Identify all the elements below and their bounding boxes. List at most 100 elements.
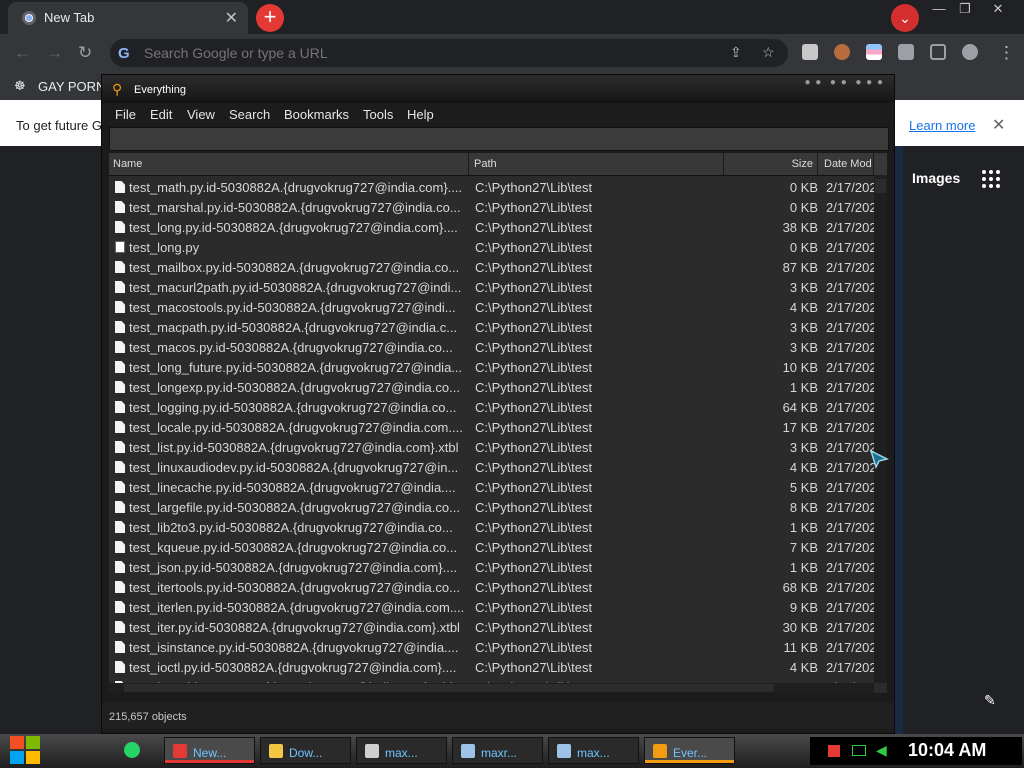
file-path: C:\Python27\Lib\test: [475, 280, 593, 295]
file-name: test_lib2to3.py.id-5030882A.{drugvokrug7…: [129, 520, 453, 535]
shield-extension-icon[interactable]: [802, 44, 818, 60]
learn-more-link[interactable]: Learn more: [909, 118, 975, 133]
volume-icon[interactable]: ◀: [876, 742, 887, 759]
new-tab-button[interactable]: +: [256, 4, 284, 32]
file-path: C:\Python27\Lib\test: [475, 580, 593, 595]
table-row[interactable]: test_long_future.py.id-5030882A.{drugvok…: [109, 357, 874, 377]
apps-grid-icon[interactable]: [982, 170, 1000, 188]
chat-app-icon[interactable]: [124, 742, 140, 758]
column-name[interactable]: Name: [109, 153, 469, 175]
window-controls-icon[interactable]: ● ● ● ● ● ● ●: [804, 77, 884, 88]
profile-icon[interactable]: [962, 44, 978, 60]
omnibox[interactable]: G ⇪ ☆: [110, 39, 788, 67]
scroll-thumb[interactable]: [875, 179, 886, 193]
horizontal-scrollbar[interactable]: [109, 683, 874, 693]
bookmark-star-icon[interactable]: ☆: [762, 44, 775, 61]
scroll-thumb-horizontal[interactable]: [124, 684, 774, 692]
table-row[interactable]: test_ioctl.py.id-5030882A.{drugvokrug727…: [109, 657, 874, 677]
table-row[interactable]: test_linecache.py.id-5030882A.{drugvokru…: [109, 477, 874, 497]
table-row[interactable]: test_logging.py.id-5030882A.{drugvokrug7…: [109, 397, 874, 417]
tab-search-button[interactable]: ⌄: [891, 4, 919, 32]
flag-extension-icon[interactable]: [866, 44, 882, 60]
file-icon: [115, 501, 125, 513]
network-icon[interactable]: [852, 745, 866, 756]
share-icon[interactable]: ⇪: [730, 44, 742, 61]
table-row[interactable]: test_macurl2path.py.id-5030882A.{drugvok…: [109, 277, 874, 297]
table-row[interactable]: test_macpath.py.id-5030882A.{drugvokrug7…: [109, 317, 874, 337]
windows-start-icon[interactable]: [10, 736, 42, 766]
menu-view[interactable]: View: [187, 107, 215, 122]
table-row[interactable]: test_isinstance.py.id-5030882A.{drugvokr…: [109, 637, 874, 657]
restore-button[interactable]: ❐: [954, 0, 976, 20]
file-name: test_long_future.py.id-5030882A.{drugvok…: [129, 360, 463, 375]
table-row[interactable]: test_longexp.py.id-5030882A.{drugvokrug7…: [109, 377, 874, 397]
menu-search[interactable]: Search: [229, 107, 270, 122]
file-icon: [115, 461, 125, 473]
table-row[interactable]: test_kqueue.py.id-5030882A.{drugvokrug72…: [109, 537, 874, 557]
table-row[interactable]: test_lib2to3.py.id-5030882A.{drugvokrug7…: [109, 517, 874, 537]
table-row[interactable]: test_iterlen.py.id-5030882A.{drugvokrug7…: [109, 597, 874, 617]
file-date: 2/17/202: [826, 260, 874, 275]
vertical-scrollbar[interactable]: [874, 175, 887, 683]
table-row[interactable]: test_long.py.id-5030882A.{drugvokrug727@…: [109, 217, 874, 237]
reload-icon[interactable]: ↻: [78, 43, 92, 63]
taskbar-button[interactable]: max...: [548, 737, 639, 764]
column-path[interactable]: Path: [470, 153, 724, 175]
table-row[interactable]: test_macos.py.id-5030882A.{drugvokrug727…: [109, 337, 874, 357]
tab-close-icon[interactable]: ✕: [225, 8, 238, 28]
sidepanel-icon[interactable]: [930, 44, 946, 60]
menu-file[interactable]: File: [115, 107, 136, 122]
menu-tools[interactable]: Tools: [363, 107, 393, 122]
file-path: C:\Python27\Lib\test: [475, 480, 593, 495]
table-row[interactable]: test_math.py.id-5030882A.{drugvokrug727@…: [109, 177, 874, 197]
file-path: C:\Python27\Lib\test: [475, 180, 593, 195]
file-path: C:\Python27\Lib\test: [475, 300, 593, 315]
minimize-button[interactable]: —: [928, 0, 950, 20]
menu-help[interactable]: Help: [407, 107, 434, 122]
table-row[interactable]: test_iter.py.id-5030882A.{drugvokrug727@…: [109, 617, 874, 637]
tab-title: New Tab: [44, 10, 95, 25]
pencil-icon[interactable]: ✎: [984, 692, 996, 709]
table-row[interactable]: test_mailbox.py.id-5030882A.{drugvokrug7…: [109, 257, 874, 277]
avatar-extension-icon[interactable]: [834, 44, 850, 60]
back-arrow-icon[interactable]: ←: [14, 43, 31, 63]
file-icon: [115, 601, 125, 613]
images-link[interactable]: Images: [912, 170, 960, 186]
taskbar-button[interactable]: Ever...: [644, 737, 735, 764]
file-name: test_largefile.py.id-5030882A.{drugvokru…: [129, 500, 460, 515]
mouse-cursor-icon: [869, 449, 889, 469]
bookmark-item[interactable]: GAY PORN: [38, 79, 105, 94]
file-icon: [115, 661, 125, 673]
table-row[interactable]: test_itertools.py.id-5030882A.{drugvokru…: [109, 577, 874, 597]
taskbar-button[interactable]: maxr...: [452, 737, 543, 764]
clock[interactable]: 10:04 AM: [908, 740, 986, 761]
menu-bookmarks[interactable]: Bookmarks: [284, 107, 349, 122]
file-date: 2/17/202: [826, 480, 874, 495]
search-input[interactable]: [109, 127, 889, 151]
everything-titlebar[interactable]: ⚲ Everything ● ● ● ● ● ● ●: [102, 75, 894, 103]
table-row[interactable]: test_linuxaudiodev.py.id-5030882A.{drugv…: [109, 457, 874, 477]
flag-tray-icon[interactable]: [828, 745, 840, 757]
table-row[interactable]: test_macostools.py.id-5030882A.{drugvokr…: [109, 297, 874, 317]
taskbar-button[interactable]: New...: [164, 737, 255, 764]
close-button[interactable]: ✕: [980, 0, 1016, 20]
puzzle-extension-icon[interactable]: [898, 44, 914, 60]
file-icon: [115, 341, 125, 353]
magnifier-icon: ⚲: [112, 81, 123, 97]
taskbar-button[interactable]: max...: [356, 737, 447, 764]
menu-edit[interactable]: Edit: [150, 107, 172, 122]
forward-arrow-icon[interactable]: →: [46, 43, 63, 63]
table-row[interactable]: test_largefile.py.id-5030882A.{drugvokru…: [109, 497, 874, 517]
browser-tab[interactable]: New Tab ✕: [8, 2, 248, 34]
table-row[interactable]: test_json.py.id-5030882A.{drugvokrug727@…: [109, 557, 874, 577]
table-row[interactable]: test_marshal.py.id-5030882A.{drugvokrug7…: [109, 197, 874, 217]
info-bar-close-icon[interactable]: ✕: [992, 115, 1005, 135]
table-row[interactable]: test_locale.py.id-5030882A.{drugvokrug72…: [109, 417, 874, 437]
table-row[interactable]: test_list.py.id-5030882A.{drugvokrug727@…: [109, 437, 874, 457]
column-size[interactable]: Size: [726, 153, 818, 175]
kebab-menu-icon[interactable]: ⋮: [998, 43, 1015, 63]
table-row[interactable]: test_long.py C:\Python27\Lib\test 0 KB 2/17…: [109, 237, 874, 257]
column-date-modified[interactable]: Date Mod: [820, 153, 874, 175]
address-input[interactable]: [142, 44, 706, 62]
taskbar-button[interactable]: Dow...: [260, 737, 351, 764]
